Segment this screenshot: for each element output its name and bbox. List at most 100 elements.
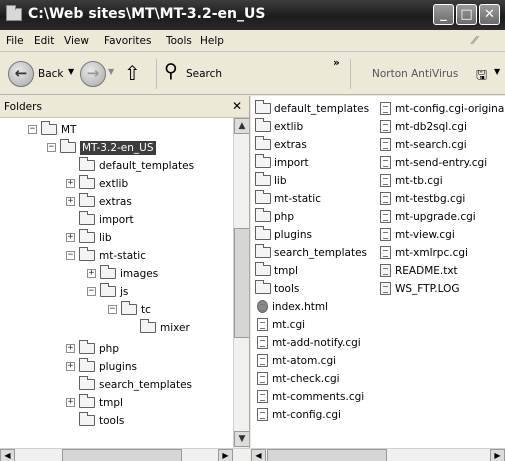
list-item[interactable]: import — [255, 154, 309, 171]
list-item[interactable]: extlib — [255, 118, 303, 135]
save-disk-icon[interactable]: 🖫 — [476, 66, 487, 88]
list-item-label: default_templates — [274, 102, 370, 115]
menu-view[interactable]: View — [64, 35, 89, 47]
minimize-button[interactable]: _ — [433, 4, 454, 25]
norton-antivirus-button[interactable]: Norton AntiVirus — [372, 68, 458, 80]
list-item[interactable]: mt-xmlrpc.cgi — [380, 244, 468, 261]
tree-item[interactable]: + extras — [66, 193, 132, 210]
collapse-icon[interactable]: − — [87, 287, 96, 296]
list-item-label: mt-testbg.cgi — [395, 192, 466, 205]
list-item[interactable]: mt-add-notify.cgi — [257, 334, 361, 351]
folder-icon — [121, 301, 137, 315]
tree-item[interactable]: − MT — [28, 121, 76, 138]
tree-item[interactable]: import — [66, 211, 134, 228]
tree-item[interactable]: − tc — [108, 301, 151, 318]
list-item[interactable]: mt-static — [255, 190, 321, 207]
back-arrow-icon[interactable]: ← — [8, 61, 34, 87]
file-icon — [380, 174, 391, 187]
list-item[interactable]: mt-testbg.cgi — [380, 190, 465, 207]
back-dropdown-icon[interactable]: ▼ — [68, 67, 74, 76]
search-icon[interactable]: ⚲ — [164, 60, 178, 82]
tree-item[interactable]: search_templates — [66, 376, 192, 393]
menu-help[interactable]: Help — [200, 35, 224, 47]
tree-item[interactable]: + php — [66, 340, 119, 357]
list-item[interactable]: mt-send-entry.cgi — [380, 154, 487, 171]
back-button[interactable]: Back — [38, 68, 64, 80]
list-item[interactable]: lib — [255, 172, 287, 189]
tree-item[interactable]: + tmpl — [66, 394, 123, 411]
menu-file[interactable]: File — [6, 35, 24, 47]
collapse-icon[interactable]: − — [28, 125, 37, 134]
list-item[interactable]: mt-comments.cgi — [257, 388, 364, 405]
expand-icon[interactable]: + — [87, 269, 96, 278]
list-item[interactable]: default_templates — [255, 100, 369, 117]
file-list-pane: default_templates extlib extras import l… — [251, 96, 505, 448]
tree-item[interactable]: − js — [87, 283, 128, 300]
list-item[interactable]: mt-tb.cgi — [380, 172, 443, 189]
list-item[interactable]: plugins — [255, 226, 312, 243]
list-item[interactable]: mt-upgrade.cgi — [380, 208, 476, 225]
scroll-left-icon[interactable]: ◀ — [0, 449, 15, 461]
list-item[interactable]: extras — [255, 136, 307, 153]
folder-up-icon[interactable]: ⇧ — [124, 61, 141, 85]
collapse-icon[interactable]: − — [108, 305, 117, 314]
scroll-down-icon[interactable]: ▼ — [234, 431, 249, 447]
expand-icon[interactable]: + — [66, 233, 75, 242]
list-item[interactable]: search_templates — [255, 244, 367, 261]
tree-item[interactable]: + extlib — [66, 175, 128, 192]
scroll-thumb[interactable] — [267, 449, 387, 461]
list-item[interactable]: mt-config.cgi-original — [380, 100, 505, 117]
files-horizontal-scrollbar[interactable]: ◀ ▶ — [251, 448, 505, 461]
folders-horizontal-scrollbar[interactable]: ◀ ▶ — [0, 448, 250, 461]
menu-edit[interactable]: Edit — [34, 35, 54, 47]
tree-item[interactable]: − MT-3.2-en_US — [47, 139, 156, 156]
close-icon[interactable]: ✕ — [232, 99, 242, 113]
list-item[interactable]: mt-view.cgi — [380, 226, 455, 243]
folders-vertical-scrollbar[interactable]: ▲ ▼ — [233, 118, 249, 448]
tree-item[interactable]: + lib — [66, 229, 112, 246]
list-item[interactable]: tools — [255, 280, 299, 297]
close-button[interactable]: ✕ — [479, 4, 500, 25]
expand-icon[interactable]: + — [66, 344, 75, 353]
tree-item[interactable]: mixer — [140, 319, 190, 336]
list-item[interactable]: mt-search.cgi — [380, 136, 467, 153]
list-item-label: mt-view.cgi — [395, 228, 455, 241]
collapse-icon[interactable]: − — [66, 251, 75, 260]
expand-icon[interactable]: + — [66, 362, 75, 371]
list-item[interactable]: tmpl — [255, 262, 298, 279]
scroll-thumb[interactable] — [234, 228, 249, 338]
search-button[interactable]: Search — [186, 68, 222, 80]
expand-icon[interactable]: + — [66, 197, 75, 206]
forward-arrow-icon[interactable]: → — [80, 61, 106, 87]
scroll-right-icon[interactable]: ▶ — [490, 449, 505, 461]
menu-favorites[interactable]: Favorites — [104, 35, 151, 47]
toolbar-overflow-icon[interactable]: » — [333, 57, 340, 69]
scroll-thumb[interactable] — [62, 449, 182, 461]
scroll-left-icon[interactable]: ◀ — [251, 449, 266, 461]
list-item[interactable]: mt.cgi — [257, 316, 305, 333]
tree-item[interactable]: default_templates — [66, 157, 194, 174]
maximize-button[interactable]: □ — [456, 4, 477, 25]
scroll-right-icon[interactable]: ▶ — [218, 449, 233, 461]
scroll-up-icon[interactable]: ▲ — [234, 118, 249, 134]
title-bar[interactable]: C:\Web sites\MT\MT-3.2-en_US _ □ ✕ — [0, 0, 505, 30]
list-item[interactable]: mt-atom.cgi — [257, 352, 336, 369]
folder-icon — [6, 5, 22, 21]
list-item[interactable]: mt-db2sql.cgi — [380, 118, 467, 135]
list-item[interactable]: mt-config.cgi — [257, 406, 341, 423]
collapse-icon[interactable]: − — [47, 143, 56, 152]
list-item[interactable]: README.txt — [380, 262, 458, 279]
norton-dropdown-icon[interactable]: ▼ — [494, 67, 500, 76]
tree-item[interactable]: − mt-static — [66, 247, 146, 264]
list-item[interactable]: mt-check.cgi — [257, 370, 340, 387]
tree-item[interactable]: + plugins — [66, 358, 137, 375]
tree-item[interactable]: tools — [66, 412, 124, 429]
list-item[interactable]: php — [255, 208, 294, 225]
tree-item[interactable]: + images — [87, 265, 158, 282]
list-item[interactable]: WS_FTP.LOG — [380, 280, 459, 297]
forward-dropdown-icon[interactable]: ▼ — [108, 67, 114, 76]
menu-tools[interactable]: Tools — [166, 35, 192, 47]
expand-icon[interactable]: + — [66, 179, 75, 188]
expand-icon[interactable]: + — [66, 398, 75, 407]
list-item[interactable]: index.html — [257, 298, 328, 315]
